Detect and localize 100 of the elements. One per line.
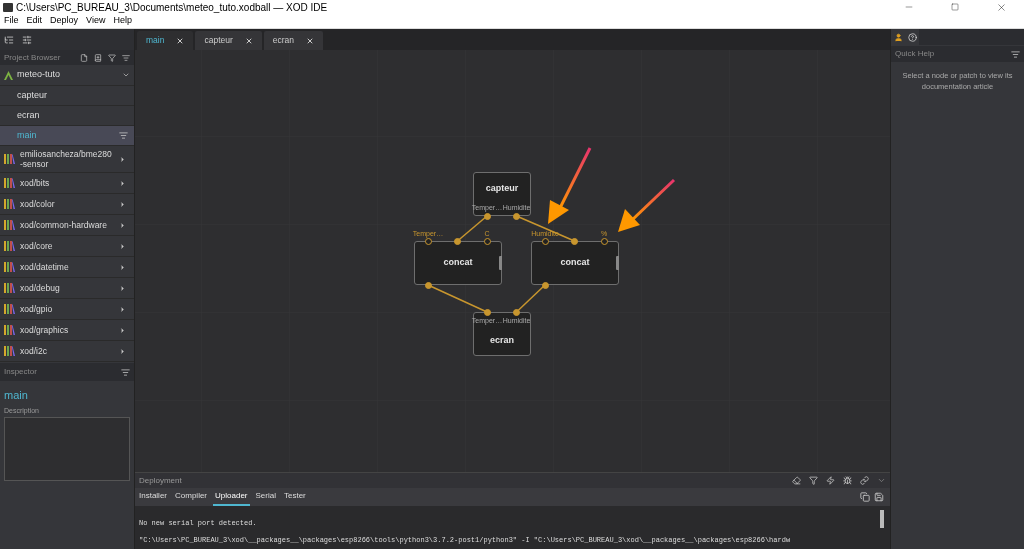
collapse-icon[interactable] — [877, 476, 886, 485]
help-icon — [907, 32, 917, 42]
pin[interactable] — [483, 212, 491, 220]
pin[interactable] — [541, 281, 549, 289]
deployment-tab[interactable]: Uploader — [213, 488, 250, 506]
library-icon — [4, 325, 15, 335]
library-icon — [4, 154, 15, 164]
variadic-handle[interactable] — [616, 256, 619, 270]
caret-icon[interactable] — [119, 347, 126, 355]
app-icon — [3, 2, 13, 12]
library-item[interactable]: xod/debug — [0, 278, 134, 299]
menu-icon[interactable] — [1011, 49, 1020, 59]
description-field[interactable] — [4, 417, 130, 481]
panel-title: Deployment — [139, 474, 182, 487]
file-tab[interactable]: main — [137, 31, 194, 50]
menu-item[interactable]: Deploy — [50, 14, 79, 28]
pin[interactable] — [513, 308, 520, 316]
panel-title: Inspector — [4, 366, 37, 378]
caret-icon[interactable] — [119, 242, 126, 250]
caret-icon[interactable] — [119, 263, 126, 271]
annotation-arrow — [618, 178, 676, 232]
menu-item[interactable]: Edit — [26, 14, 43, 28]
library-item[interactable]: xod/bits — [0, 173, 134, 194]
project-item[interactable]: meteo-tuto — [0, 65, 134, 86]
file-tab[interactable]: capteur — [195, 31, 262, 50]
pin[interactable] — [571, 237, 578, 245]
close-tab-icon[interactable] — [176, 36, 185, 45]
library-icon — [4, 262, 15, 272]
pin[interactable] — [454, 237, 461, 245]
pin[interactable] — [600, 237, 608, 245]
deployment-tab[interactable]: Compiler — [173, 488, 210, 506]
menu-item[interactable]: Help — [113, 14, 132, 28]
library-item[interactable]: xod/i2c — [0, 341, 134, 362]
library-item[interactable]: xod/core — [0, 236, 134, 257]
node-title: ecran — [490, 334, 514, 348]
scrollbar[interactable] — [880, 510, 884, 528]
menu-icon[interactable] — [121, 367, 130, 377]
help-tab[interactable] — [905, 29, 919, 45]
menu-item[interactable]: View — [86, 14, 106, 28]
window-title: C:\Users\PC_BUREAU_3\Documents\meteo_tuto.xodball — XOD IDE — [16, 0, 328, 15]
caret-icon[interactable] — [119, 305, 126, 313]
library-item[interactable]: emiliosancheza/bme280-sensor — [0, 146, 134, 173]
node-title: concat — [443, 256, 473, 270]
library-icon — [4, 220, 15, 230]
deployment-tab[interactable]: Serial — [253, 488, 278, 506]
menu-item[interactable]: File — [4, 14, 19, 28]
library-item[interactable]: xod/datetime — [0, 257, 134, 278]
caret-icon[interactable] — [119, 200, 126, 208]
pin[interactable] — [483, 308, 491, 316]
caret-icon[interactable] — [119, 179, 126, 187]
pin[interactable] — [424, 237, 432, 245]
pin[interactable] — [513, 212, 520, 220]
caret-icon[interactable] — [119, 326, 126, 334]
pin[interactable] — [541, 237, 549, 245]
settings-icon[interactable] — [22, 34, 32, 45]
menu-icon[interactable] — [122, 53, 130, 62]
caret-icon[interactable] — [119, 155, 126, 163]
variadic-handle[interactable] — [499, 256, 502, 270]
link-icon[interactable] — [860, 476, 869, 485]
library-icon — [4, 241, 15, 251]
node[interactable] — [414, 241, 502, 285]
caret-icon[interactable] — [122, 71, 130, 79]
copy-icon[interactable] — [860, 492, 870, 502]
caret-icon[interactable] — [119, 284, 126, 292]
lightning-icon[interactable] — [826, 476, 835, 485]
eraser-icon[interactable] — [792, 476, 801, 485]
help-tab[interactable] — [891, 29, 905, 45]
node[interactable] — [473, 312, 531, 356]
library-item[interactable]: xod/common-hardware — [0, 215, 134, 236]
user-icon — [893, 32, 903, 42]
close-tab-icon[interactable] — [244, 36, 253, 45]
deployment-tab[interactable]: Installer — [137, 488, 169, 506]
filter-icon[interactable] — [809, 476, 818, 485]
filter-icon[interactable] — [108, 53, 116, 62]
library-icon — [4, 283, 15, 293]
library-icon — [4, 178, 15, 188]
file-tab[interactable]: ecran — [263, 31, 324, 50]
save-icon[interactable] — [874, 492, 884, 502]
close-tab-icon[interactable] — [306, 36, 315, 45]
deployment-tab[interactable]: Tester — [281, 488, 308, 506]
pin[interactable] — [424, 281, 432, 289]
new-patch-icon[interactable] — [80, 53, 88, 62]
library-item[interactable]: xod/color — [0, 194, 134, 215]
panel-title: Quick Help — [895, 48, 935, 60]
node-title: capteur — [485, 182, 519, 196]
patch-item[interactable]: capteur — [0, 86, 134, 106]
patch-item[interactable]: main — [0, 126, 134, 146]
library-item[interactable]: xod/gpio — [0, 299, 134, 320]
library-icon — [4, 304, 15, 314]
node[interactable] — [473, 172, 531, 216]
panel-title: Project Browser — [4, 51, 61, 64]
caret-icon[interactable] — [119, 221, 126, 229]
add-library-icon[interactable] — [94, 53, 102, 62]
node-title: concat — [560, 256, 590, 270]
library-item[interactable]: xod/graphics — [0, 320, 134, 341]
node[interactable] — [531, 241, 619, 285]
bug-icon[interactable] — [843, 476, 852, 485]
project-tree-icon[interactable] — [4, 34, 14, 45]
menu-icon[interactable] — [119, 131, 128, 140]
pin[interactable] — [483, 237, 491, 245]
